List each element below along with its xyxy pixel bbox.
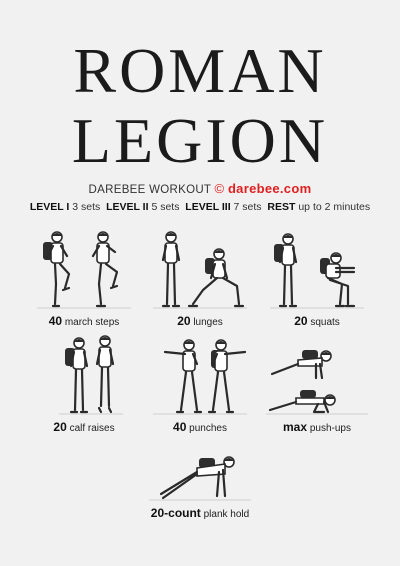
plank-hold-figure-icon bbox=[149, 456, 251, 501]
exercise-count: max bbox=[283, 420, 308, 434]
exercise-squats: 20 squats bbox=[257, 228, 377, 328]
exercise-count: 20 bbox=[177, 314, 191, 328]
march-steps-figure-icon bbox=[37, 231, 131, 309]
level-3-name: LEVEL III bbox=[185, 201, 231, 213]
exercise-squats-caption: 20 squats bbox=[257, 314, 377, 328]
rest-value: up to 2 minutes bbox=[298, 201, 371, 213]
exercise-count: 20-count bbox=[150, 506, 201, 520]
exercise-calf-raises: 20 calf raises bbox=[24, 334, 144, 434]
subtitle-label: DAREBEE WORKOUT bbox=[88, 184, 212, 196]
exercise-plank-hold: 20-count plank hold bbox=[140, 438, 260, 520]
level-1-value: 3 sets bbox=[72, 201, 101, 213]
exercise-count: 40 bbox=[48, 314, 63, 328]
exercise-punches: 40 punches bbox=[140, 334, 260, 434]
punches-figure-icon bbox=[153, 339, 247, 415]
calf-raises-figure-icon bbox=[59, 335, 123, 415]
exercise-count: 40 bbox=[173, 420, 187, 434]
level-2-value: 5 sets bbox=[151, 201, 180, 213]
exercise-push-ups-caption: max push-ups bbox=[257, 420, 377, 434]
exercise-name: calf raises bbox=[69, 423, 115, 434]
title-line-2: LEGION bbox=[71, 105, 329, 176]
push-ups-figure-icon bbox=[266, 350, 368, 415]
exercise-calf-raises-caption: 20 calf raises bbox=[24, 420, 144, 434]
exercise-name: push-ups bbox=[309, 423, 351, 434]
brand-link[interactable]: darebee.com bbox=[228, 181, 312, 196]
subtitle: DAREBEE WORKOUT © darebee.com bbox=[0, 181, 400, 196]
title-line-1: ROMAN bbox=[73, 35, 327, 106]
exercise-count: 20 bbox=[53, 420, 67, 434]
exercise-lunges-caption: 20 lunges bbox=[140, 314, 260, 328]
exercise-count: 20 bbox=[294, 314, 308, 328]
exercise-name: lunges bbox=[193, 317, 223, 328]
exercise-push-ups: max push-ups bbox=[257, 334, 377, 434]
copyright-symbol: © bbox=[214, 181, 225, 196]
exercise-punches-caption: 40 punches bbox=[140, 420, 260, 434]
exercise-march-steps-caption: 40 march steps bbox=[24, 314, 144, 328]
exercise-plank-hold-caption: 20-count plank hold bbox=[140, 506, 260, 520]
level-1-name: LEVEL I bbox=[29, 201, 70, 213]
exercise-name: squats bbox=[310, 317, 340, 328]
exercise-march-steps: 40 march steps bbox=[24, 228, 144, 328]
rest-name: REST bbox=[267, 201, 296, 213]
level-3-value: 7 sets bbox=[233, 201, 262, 213]
exercise-name: punches bbox=[189, 423, 227, 434]
level-2-name: LEVEL II bbox=[106, 201, 149, 213]
exercise-name: plank hold bbox=[203, 509, 250, 520]
level-info: LEVEL I 3 sets LEVEL II 5 sets LEVEL III… bbox=[0, 201, 400, 213]
exercise-lunges: 20 lunges bbox=[140, 228, 260, 328]
squats-figure-icon bbox=[270, 233, 364, 309]
lunges-figure-icon bbox=[153, 231, 247, 309]
exercise-name: march steps bbox=[64, 317, 120, 328]
